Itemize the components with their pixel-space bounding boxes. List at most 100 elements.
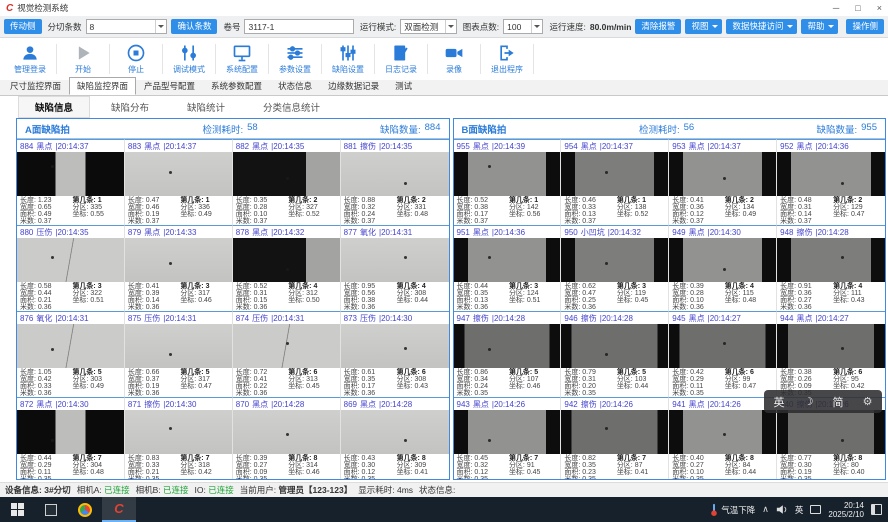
defect-cell[interactable]: 944 黑点 |20:14:27 长度: 0.38 宽度: 0.26 面积: 0… [777,311,885,397]
tab-edge-data-record[interactable]: 边缘数据记录 [320,77,387,95]
defect-cell[interactable]: 870 黑点 |20:14:28 长度: 0.39 宽度: 0.27 面积: 0… [233,397,341,480]
data-quick-access-menu-button[interactable]: 数据快捷访问 [726,19,797,33]
defect-cell[interactable]: 949 黑点 |20:14:30 长度: 0.39 宽度: 0.28 面积: 0… [669,225,777,311]
minimize-icon[interactable]: ─ [833,3,839,13]
defect-image[interactable] [17,410,124,454]
defect-image[interactable] [561,324,668,368]
start-button[interactable] [0,497,34,522]
roll-number-input[interactable]: 3117-1 [244,19,353,34]
defect-image[interactable] [341,324,449,368]
exit-program-button[interactable]: 退出程序 [481,43,533,75]
defect-cell[interactable]: 942 擦伤 |20:14:26 长度: 0.82 宽度: 0.35 面积: 0… [561,397,669,480]
chart-points-select[interactable]: 100 [503,19,543,34]
defect-cell[interactable]: 948 擦伤 |20:14:28 长度: 0.91 宽度: 0.36 面积: 0… [777,225,885,311]
defect-image[interactable] [669,238,776,282]
defect-image[interactable] [777,152,885,196]
defect-image[interactable] [125,238,232,282]
defect-cell[interactable]: 950 小凹坑 |20:14:32 长度: 0.62 宽度: 0.47 面积: … [561,225,669,311]
slit-count-select[interactable]: 8 [86,19,168,34]
subtab-class-info-statistics[interactable]: 分类信息统计 [246,96,337,118]
maximize-icon[interactable]: □ [855,3,860,13]
defect-image[interactable] [17,152,124,196]
admin-login-button[interactable]: 管理登录 [4,43,56,75]
drive-side-button[interactable]: 传动侧 [4,19,42,33]
debug-mode-button[interactable]: 调试模式 [163,43,215,75]
defect-image[interactable] [233,410,340,454]
defect-image[interactable] [454,238,561,282]
defect-cell[interactable]: 952 黑点 |20:14:36 长度: 0.48 宽度: 0.31 面积: 0… [777,139,885,225]
defect-image[interactable] [233,152,340,196]
defect-image[interactable] [341,410,449,454]
defect-image[interactable] [454,324,561,368]
defect-image[interactable] [669,324,776,368]
defect-image[interactable] [233,238,340,282]
defect-image[interactable] [777,410,885,454]
subtab-defect-distribution[interactable]: 缺陷分布 [94,96,166,118]
ime-english-toggle[interactable]: 英 [774,394,785,410]
task-view-button[interactable] [34,497,68,522]
defect-cell[interactable]: 945 黑点 |20:14:27 长度: 0.42 宽度: 0.29 面积: 0… [669,311,777,397]
defect-cell[interactable]: 880 压伤 |20:14:35 长度: 0.58 宽度: 0.44 面积: 0… [17,225,125,311]
help-menu-button[interactable]: 帮助 [801,19,838,33]
defect-image[interactable] [454,152,561,196]
defect-image[interactable] [561,152,668,196]
defect-image[interactable] [561,410,668,454]
system-config-button[interactable]: 系统配置 [216,43,268,75]
ime-language-indicator[interactable]: 英 [795,504,804,516]
defect-cell[interactable]: 953 黑点 |20:14:37 长度: 0.41 宽度: 0.36 面积: 0… [669,139,777,225]
close-icon[interactable]: × [877,3,882,13]
defect-image[interactable] [669,152,776,196]
defect-cell[interactable]: 951 黑点 |20:14:36 长度: 0.44 宽度: 0.35 面积: 0… [454,225,562,311]
taskbar-clock[interactable]: 20:14 2025/2/10 [828,501,864,519]
tab-product-model-config[interactable]: 产品型号配置 [136,77,203,95]
tab-status-info[interactable]: 状态信息 [270,77,320,95]
defect-image[interactable] [561,238,668,282]
view-menu-button[interactable]: 视图 [685,19,722,33]
stop-button[interactable]: 停止 [110,43,162,75]
defect-image[interactable] [125,152,232,196]
run-mode-select[interactable]: 双面检测 [400,19,457,34]
defect-image[interactable] [341,152,449,196]
defect-image[interactable] [777,324,885,368]
defect-image[interactable] [125,324,232,368]
start-button[interactable]: 开始 [57,43,109,75]
taskbar-app-browser[interactable] [68,497,102,522]
defect-image[interactable] [233,324,340,368]
gear-icon[interactable]: ⚙ [863,395,873,408]
defect-cell[interactable]: 877 氧化 |20:14:31 长度: 0.95 宽度: 0.56 面积: 0… [341,225,449,311]
defect-cell[interactable]: 871 擦伤 |20:14:30 长度: 0.83 宽度: 0.33 面积: 0… [125,397,233,480]
defect-cell[interactable]: 873 压伤 |20:14:30 长度: 0.61 宽度: 0.35 面积: 0… [341,311,449,397]
defect-cell[interactable]: 883 黑点 |20:14:37 长度: 0.47 宽度: 0.46 面积: 0… [125,139,233,225]
defect-cell[interactable]: 874 压伤 |20:14:31 长度: 0.72 宽度: 0.41 面积: 0… [233,311,341,397]
volume-icon[interactable] [776,504,788,515]
defect-cell[interactable]: 875 压伤 |20:14:31 长度: 0.66 宽度: 0.37 面积: 0… [125,311,233,397]
defect-image[interactable] [777,238,885,282]
subtab-defect-statistics[interactable]: 缺陷统计 [170,96,242,118]
weather-widget[interactable]: 气温下降 [710,503,755,516]
defect-cell[interactable]: 941 黑点 |20:14:26 长度: 0.40 宽度: 0.27 面积: 0… [669,397,777,480]
defect-cell[interactable]: 876 氧化 |20:14:31 长度: 1.05 宽度: 0.42 面积: 0… [17,311,125,397]
clear-alarm-button[interactable]: 清除报警 [635,19,681,33]
defect-cell[interactable]: 884 黑点 |20:14:37 长度: 1.23 宽度: 0.65 面积: 0… [17,139,125,225]
ime-simplified-toggle[interactable]: 简 [833,394,844,410]
defect-cell[interactable]: 955 黑点 |20:14:39 长度: 0.52 宽度: 0.38 面积: 0… [454,139,562,225]
defect-image[interactable] [125,410,232,454]
subtab-defect-info[interactable]: 缺陷信息 [18,96,90,118]
defect-image[interactable] [669,410,776,454]
taskbar-app-inspection[interactable]: C [102,497,136,522]
defect-cell[interactable]: 872 黑点 |20:14:30 长度: 0.44 宽度: 0.29 面积: 0… [17,397,125,480]
defect-cell[interactable]: 882 黑点 |20:14:35 长度: 0.35 宽度: 0.28 面积: 0… [233,139,341,225]
record-video-button[interactable]: 录像 [428,43,480,75]
defect-image[interactable] [454,410,561,454]
tab-defect-monitor[interactable]: 缺陷监控界面 [69,77,136,95]
operator-side-button[interactable]: 操作侧 [846,19,884,33]
defect-cell[interactable]: 869 黑点 |20:14:28 长度: 0.43 宽度: 0.30 面积: 0… [341,397,449,480]
defect-cell[interactable]: 881 擦伤 |20:14:35 长度: 0.88 宽度: 0.32 面积: 0… [341,139,449,225]
defect-cell[interactable]: 946 擦伤 |20:14:28 长度: 0.79 宽度: 0.31 面积: 0… [561,311,669,397]
log-record-button[interactable]: 日志记录 [375,43,427,75]
defect-image[interactable] [341,238,449,282]
confirm-count-button[interactable]: 确认条数 [171,19,217,33]
ime-language-bar[interactable]: 英 ☽ 简 ⚙ [764,390,882,413]
defect-cell[interactable]: 954 黑点 |20:14:37 长度: 0.46 宽度: 0.33 面积: 0… [561,139,669,225]
defect-cell[interactable]: 947 擦伤 |20:14:28 长度: 0.86 宽度: 0.34 面积: 0… [454,311,562,397]
